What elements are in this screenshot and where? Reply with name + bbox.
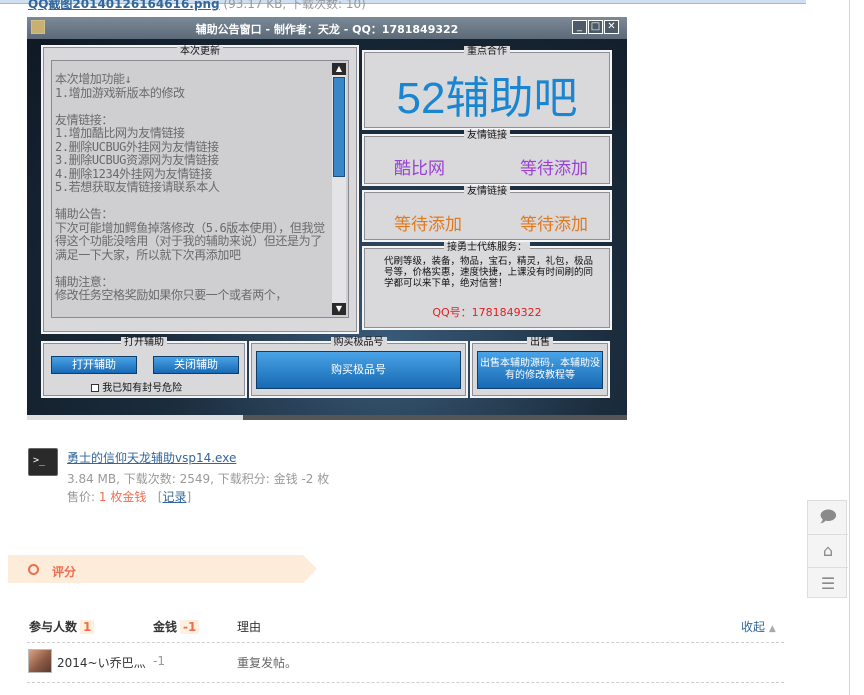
close-helper-button[interactable]: 关闭辅助 [153,356,239,374]
scroll-up-icon[interactable]: ▲ [332,63,346,75]
image-meta: (93.17 KB, 下载次数: 10) [223,0,366,11]
participants-count: 1 [80,620,95,634]
app-progress-bar [27,415,627,420]
rating-section-title: 评分 [52,565,77,579]
update-notes-box[interactable]: 本次增加功能↓ 1.增加游戏新版本的修改 友情链接： 1.增加酷比网为友情链接 … [51,60,349,318]
page-right-border [849,0,850,695]
price-value: 1 枚金钱 [98,490,147,504]
friend-links-panel-1: 友情链接 酷比网 等待添加 [362,130,612,186]
friend-link-pending-1[interactable]: 等待添加 [520,154,588,179]
sale-panel: 出售 出售本辅助源码，本辅助没有的修改教程等 [470,337,610,398]
partner-panel-legend: 重点合作 [464,46,510,57]
rating-col-participants: 参与人数 1 [29,618,95,635]
risk-checkbox[interactable] [91,384,99,392]
friend-link-pending-3[interactable]: 等待添加 [520,210,588,235]
training-legend: 接勇士代练服务： [444,242,530,253]
side-toolbar: 🗩 ⌂ ☰ [807,500,848,599]
helper-toggle-legend: 打开辅助 [121,337,167,348]
rating-reason: 重复发帖。 [237,656,298,670]
training-description: 代刷等级，装备，物品，宝石，精灵，礼包，极品号等，价格实惠，速度快捷，上课没有时… [384,256,594,289]
money-label: 金钱 [153,620,178,634]
rating-col-money: 金钱 -1 [153,618,200,635]
list-icon[interactable]: ☰ [808,567,848,599]
open-helper-button[interactable]: 打开辅助 [51,356,137,374]
buy-panel: 购买极品号 购买极品号 [249,337,468,398]
sale-legend: 出售 [527,337,553,348]
scroll-down-icon[interactable]: ▼ [332,303,346,315]
update-notes-text: 本次增加功能↓ 1.增加游戏新版本的修改 友情链接： 1.增加酷比网为友情链接 … [55,72,325,302]
buy-account-button[interactable]: 购买极品号 [256,351,461,389]
rating-col-reason: 理由 [237,620,262,634]
back-to-top-icon[interactable]: ⌂ [808,534,848,566]
risk-checkbox-row[interactable]: 我已知有封号危险 [91,379,182,394]
friend-links-legend-1: 友情链接 [464,130,510,141]
rating-divider-bottom [27,682,784,683]
money-total: -1 [180,620,200,634]
partner-panel: 重点合作 52辅助吧 [362,46,612,130]
image-caption: QQ截图20140126164616.png (93.17 KB, 下载次数: … [28,0,366,12]
comment-icon[interactable]: 🗩 [808,501,848,533]
risk-label: 我已知有封号危险 [102,383,183,394]
friend-link-pending-2[interactable]: 等待添加 [394,210,462,235]
rating-section-header: 评分 [8,555,317,583]
rating-circle-icon [28,564,39,575]
update-notes-scrollbar[interactable]: ▲ ▼ [332,63,346,315]
helper-app-window: 辅助公告窗口 - 制作者：天龙 - QQ：1781849322 _ □ ✕ 本次… [27,17,627,420]
app-progress-fill [27,415,243,420]
collapse-caret-icon: ▲ [768,624,776,634]
app-titlebar: 辅助公告窗口 - 制作者：天龙 - QQ：1781849322 _ □ ✕ [27,17,627,39]
rating-money: -1 [153,654,165,668]
purchase-record-link[interactable]: 记录 [162,490,186,504]
training-qq: QQ号：1781849322 [432,306,542,319]
close-icon[interactable]: ✕ [604,20,619,34]
maximize-icon[interactable]: □ [588,20,603,34]
participants-label: 参与人数 [29,620,78,634]
exe-file-icon: >_ [28,448,58,476]
friend-links-legend-2: 友情链接 [464,186,510,197]
update-panel: 本次更新 本次增加功能↓ 1.增加游戏新版本的修改 友情链接： 1.增加酷比网为… [41,45,359,334]
app-window-title: 辅助公告窗口 - 制作者：天龙 - QQ：1781849322 [195,23,459,36]
friend-links-panel-2: 友情链接 等待添加 等待添加 [362,186,612,242]
avatar[interactable] [28,649,52,673]
minimize-icon[interactable]: _ [572,20,587,34]
training-service-panel: 接勇士代练服务： 代刷等级，装备，物品，宝石，精灵，礼包，极品号等，价格实惠，速… [362,242,612,330]
friend-link-kubi[interactable]: 酷比网 [394,154,445,179]
collapse-rating-link[interactable]: 收起 ▲ [741,618,776,635]
partner-name[interactable]: 52辅助吧 [364,62,610,126]
attachment-meta: 3.84 MB, 下载次数: 2549, 下载积分: 金钱 -2 枚 [67,472,330,486]
attachment-price-row: 售价: 1 枚金钱 [记录] [67,490,192,504]
buy-legend: 购买极品号 [330,337,387,348]
sale-source-button[interactable]: 出售本辅助源码，本辅助没有的修改教程等 [477,351,603,389]
image-filename-link[interactable]: QQ截图20140126164616.png [28,0,220,11]
rating-divider-top [27,642,784,643]
price-label: 售价: [67,490,96,504]
helper-toggle-panel: 打开辅助 打开辅助 关闭辅助 我已知有封号危险 [41,337,247,398]
scroll-thumb[interactable] [333,77,345,177]
attachment-filename-link[interactable]: 勇士的信仰天龙辅助vsp14.exe [67,449,236,466]
rating-user[interactable]: 2014~い乔巴灬 [57,654,146,671]
collapse-label: 收起 [741,620,766,634]
update-panel-legend: 本次更新 [177,46,223,57]
